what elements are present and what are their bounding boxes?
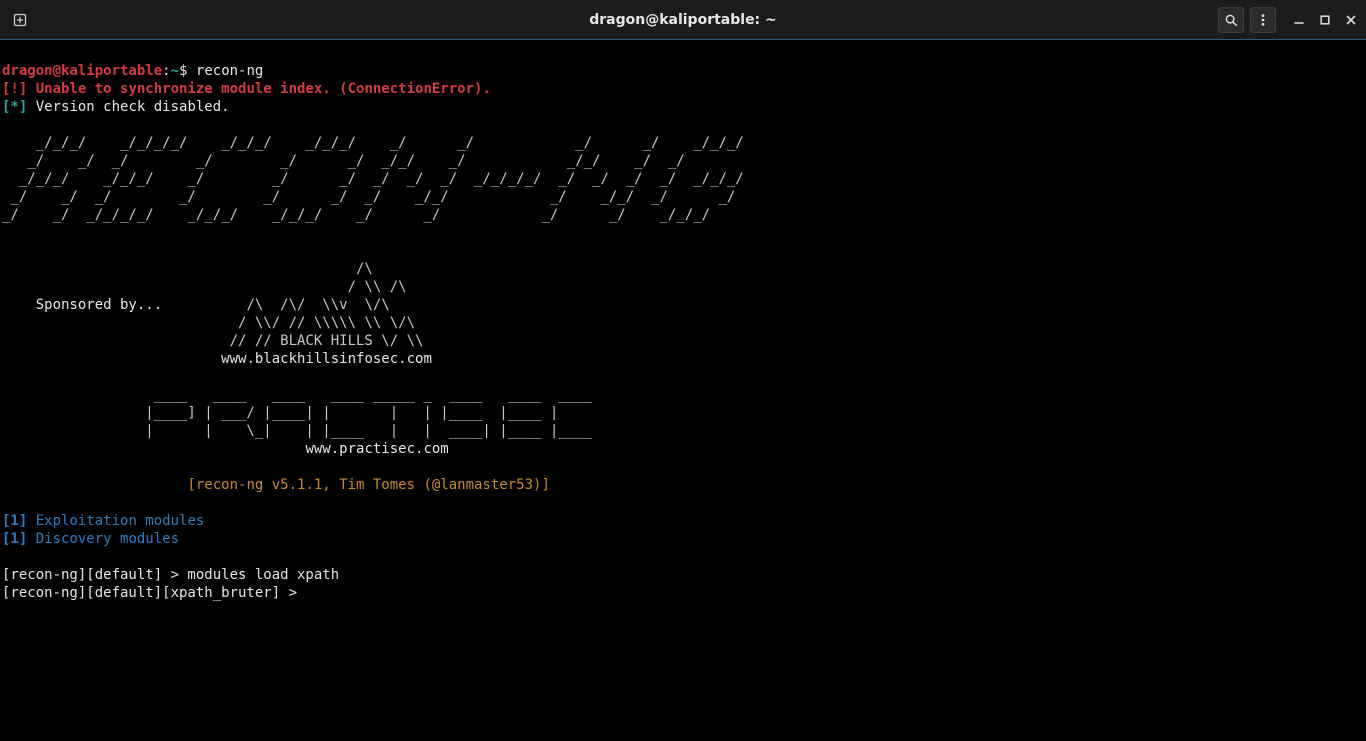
exp-text: Exploitation modules: [27, 513, 204, 529]
error-tag: [!]: [2, 81, 27, 97]
prompt-sep: :: [162, 63, 170, 79]
ascii-banner-recon-ng: _/_/_/ _/_/_/_/ _/_/_/ _/_/_/ _/ _/ _/ _…: [2, 135, 744, 223]
discovery-modules-line: [1] Discovery modules: [2, 531, 179, 547]
window-title: dragon@kaliportable: ~: [589, 12, 777, 28]
info-msg: Version check disabled.: [27, 99, 229, 115]
window-controls: [1292, 13, 1358, 27]
sponsor-block: /\ / \\ /\ Sponsored by... /\ /\/ \\v \/…: [2, 261, 432, 367]
terminal-body[interactable]: dragon@kaliportable:~$ recon-ng [!] Unab…: [0, 40, 1366, 602]
sponsor-label: Sponsored by...: [2, 297, 162, 313]
maximize-button[interactable]: [1318, 13, 1332, 27]
error-msg: Unable to synchronize module index. (Con…: [27, 81, 491, 97]
prompt-userhost: dragon@kaliportable: [2, 63, 162, 79]
exp-tag: [1]: [2, 513, 27, 529]
info-line: [*] Version check disabled.: [2, 99, 230, 115]
titlebar-right: [1218, 7, 1358, 33]
minimize-button[interactable]: [1292, 13, 1306, 27]
close-button[interactable]: [1344, 13, 1358, 27]
new-tab-icon[interactable]: [8, 8, 32, 32]
practisec-site: www.practisec.com: [2, 441, 449, 457]
shell-line-1: [recon-ng][default] > modules load xpath: [2, 567, 339, 583]
version-line: [recon-ng v5.1.1, Tim Tomes (@lanmaster5…: [2, 477, 550, 493]
exploitation-modules-line: [1] Exploitation modules: [2, 513, 204, 529]
sponsor-art-top: /\ / \\ /\: [2, 261, 407, 295]
sponsor-site: www.blackhillsinfosec.com: [2, 351, 432, 367]
titlebar-left: [8, 8, 32, 32]
shell-line-2: [recon-ng][default][xpath_bruter] >: [2, 585, 305, 601]
disc-tag: [1]: [2, 531, 27, 547]
disc-text: Discovery modules: [27, 531, 179, 547]
menu-button[interactable]: [1250, 7, 1276, 33]
search-button[interactable]: [1218, 7, 1244, 33]
error-line: [!] Unable to synchronize module index. …: [2, 81, 491, 97]
practisec-art: ____ ____ ____ ____ _____ _ ____ ____ __…: [2, 387, 592, 439]
prompt-line: dragon@kaliportable:~$ recon-ng: [2, 63, 263, 79]
prompt-path: ~: [171, 63, 179, 79]
info-tag: [*]: [2, 99, 27, 115]
titlebar: dragon@kaliportable: ~: [0, 0, 1366, 40]
entered-command: recon-ng: [196, 63, 263, 79]
